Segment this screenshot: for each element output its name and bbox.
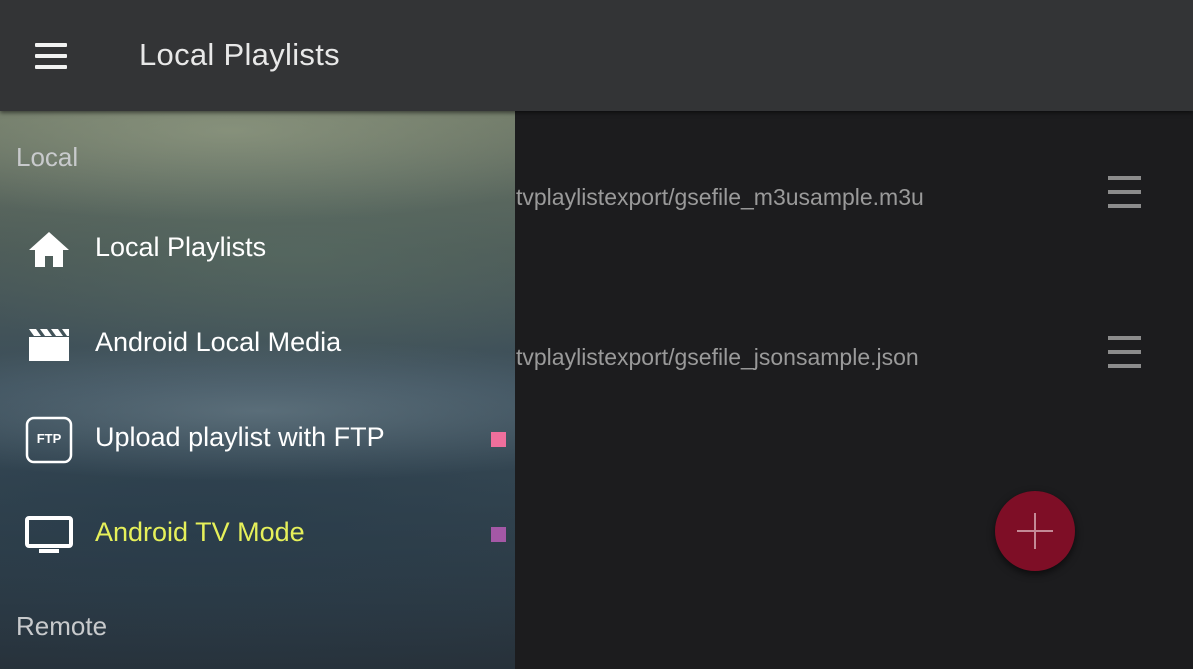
nav-item-android-tv-mode[interactable]: Android TV Mode [0, 489, 515, 579]
nav-item-label: Android TV Mode [95, 517, 305, 547]
hamburger-menu-icon[interactable] [22, 30, 80, 82]
nav-item-upload-ftp[interactable]: FTP Upload playlist with FTP [0, 394, 515, 484]
playlist-path[interactable]: tvplaylistexport/gsefile_jsonsample.json [516, 344, 919, 371]
ftp-icon-text: FTP [36, 431, 62, 446]
page-title: Local Playlists [139, 37, 340, 72]
plus-icon-vertical [1034, 513, 1036, 549]
nav-item-label: Upload playlist with FTP [95, 422, 385, 452]
new-indicator-marker [491, 527, 506, 542]
app-bar: Local Playlists [0, 0, 1193, 111]
navigation-drawer: Local Local Playlists Android Local Medi… [0, 111, 515, 669]
section-header-remote: Remote [16, 611, 108, 641]
ftp-icon: FTP [25, 416, 73, 464]
section-header-local: Local [16, 142, 79, 172]
new-indicator-marker [491, 432, 506, 447]
playlist-path[interactable]: tvplaylistexport/gsefile_m3usample.m3u [516, 184, 924, 211]
nav-item-android-local-media[interactable]: Android Local Media [0, 299, 515, 389]
nav-item-label: Local Playlists [95, 232, 267, 262]
clapperboard-icon [25, 321, 73, 369]
add-playlist-button[interactable] [995, 491, 1075, 571]
home-icon [25, 226, 73, 274]
nav-item-local-playlists[interactable]: Local Playlists [0, 204, 515, 294]
drag-handle-icon[interactable] [1108, 336, 1142, 368]
tv-icon [25, 511, 73, 559]
app-root: Local Playlists tvplaylistexport/gsefile… [0, 0, 1193, 669]
drag-handle-icon[interactable] [1108, 176, 1142, 208]
nav-item-label: Android Local Media [95, 327, 342, 357]
